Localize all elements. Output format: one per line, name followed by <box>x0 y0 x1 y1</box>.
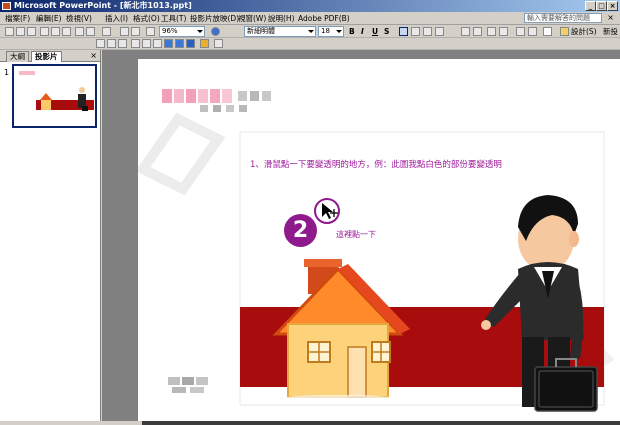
menu-edit[interactable]: 編輯(E) <box>34 13 64 24</box>
bullets-icon[interactable] <box>473 27 482 36</box>
tab-slides[interactable]: 投影片 <box>31 51 62 62</box>
underline-button[interactable]: U <box>372 26 378 37</box>
align-left-icon[interactable] <box>399 27 408 36</box>
line-icon[interactable] <box>153 39 162 48</box>
clipart-icon[interactable] <box>200 39 209 48</box>
preview-icon[interactable] <box>62 27 71 36</box>
new-icon[interactable] <box>5 27 14 36</box>
pen-icon[interactable] <box>214 39 223 48</box>
click-hint-text: 這裡點一下 <box>336 230 376 239</box>
increase-font-icon[interactable] <box>487 27 496 36</box>
align-right-icon[interactable] <box>423 27 432 36</box>
standard-toolbar: 96% 新細明體 18 B I U S 設計(S) 新投 <box>0 25 620 38</box>
rotate-icon[interactable] <box>118 39 127 48</box>
close-button[interactable]: × <box>607 1 618 11</box>
design-icon[interactable] <box>560 27 569 36</box>
undo-icon[interactable] <box>102 27 111 36</box>
menu-format[interactable]: 格式(O) <box>131 13 162 24</box>
print-icon[interactable] <box>51 27 60 36</box>
grid-icon[interactable] <box>146 27 155 36</box>
line-color-icon[interactable] <box>175 39 184 48</box>
bold-button[interactable]: B <box>349 26 355 37</box>
table-icon[interactable] <box>131 27 140 36</box>
numbering-icon[interactable] <box>461 27 470 36</box>
slide-thumbnail[interactable] <box>12 64 97 128</box>
slide-editing-area[interactable]: 1、滑鼠點一下要變透明的地方，例：此圖我點白色的部份要變透明 2 這裡點一下 <box>102 50 620 425</box>
italic-button[interactable]: I <box>361 26 364 37</box>
select-icon[interactable] <box>107 39 116 48</box>
copy-icon[interactable] <box>86 27 95 36</box>
decrease-font-icon[interactable] <box>499 27 508 36</box>
menu-view[interactable]: 檢視(V) <box>64 13 94 24</box>
help-search-input[interactable]: 輸入需要解答的問題 <box>524 13 602 23</box>
tab-outline[interactable]: 大綱 <box>6 51 29 62</box>
font-size-select[interactable]: 18 <box>318 26 344 37</box>
step-number-badge: 2 <box>284 214 317 247</box>
fill-color-icon[interactable] <box>164 39 173 48</box>
arrow-icon[interactable] <box>142 39 151 48</box>
blurred-footer <box>168 377 208 393</box>
design-button[interactable]: 設計(S) <box>571 26 597 37</box>
maximize-button[interactable]: □ <box>596 1 607 11</box>
draw-tool-icon[interactable] <box>96 39 105 48</box>
decrease-indent-icon[interactable] <box>516 27 525 36</box>
slides-pane: 大綱 投影片 × 1 <box>0 50 101 421</box>
thumbnail-preview <box>14 66 95 126</box>
transparent-color-cursor-icon <box>314 198 340 224</box>
justify-icon[interactable] <box>435 27 444 36</box>
open-icon[interactable] <box>16 27 25 36</box>
menu-file[interactable]: 檔案(F) <box>3 13 32 24</box>
align-center-icon[interactable] <box>411 27 420 36</box>
menu-help[interactable]: 說明(H) <box>266 13 297 24</box>
font-color-icon[interactable] <box>543 27 552 36</box>
drawing-toolbar <box>0 38 620 50</box>
minimize-button[interactable]: _ <box>585 1 596 11</box>
font-name-select[interactable]: 新細明體 <box>244 26 316 37</box>
permission-icon[interactable] <box>40 27 49 36</box>
menu-tools[interactable]: 工具(T) <box>159 13 188 24</box>
title-bar: Microsoft PowerPoint - [新北市1013.ppt] _ □… <box>0 0 620 12</box>
new-slide-button[interactable]: 新投 <box>603 26 618 37</box>
help-icon[interactable] <box>211 27 220 36</box>
zoom-select[interactable]: 96% <box>159 26 205 37</box>
blurred-title <box>162 89 271 112</box>
menu-slideshow[interactable]: 投影片放映(D) <box>188 13 241 24</box>
menu-window[interactable]: 視窗(W) <box>236 13 268 24</box>
slide-number: 1 <box>4 68 10 77</box>
chart-icon[interactable] <box>120 27 129 36</box>
picture-icon[interactable] <box>186 39 195 48</box>
menu-adobe-pdf[interactable]: Adobe PDF(B) <box>296 13 352 24</box>
instruction-text: 1、滑鼠點一下要變透明的地方，例：此圖我點白色的部份要變透明 <box>250 160 502 170</box>
save-icon[interactable] <box>27 27 36 36</box>
powerpoint-icon <box>2 2 11 10</box>
menu-insert[interactable]: 插入(I) <box>103 13 130 24</box>
pane-tabs: 大綱 投影片 × <box>0 50 100 62</box>
slide-canvas[interactable]: 1、滑鼠點一下要變透明的地方，例：此圖我點白色的部份要變透明 2 這裡點一下 <box>138 59 620 421</box>
pane-close-icon[interactable]: × <box>90 51 97 61</box>
shadow-button[interactable]: S <box>384 26 389 37</box>
cut-icon[interactable] <box>75 27 84 36</box>
slide-artwork <box>138 89 615 412</box>
help-close-icon[interactable]: × <box>607 13 614 22</box>
menu-bar: 檔案(F) 編輯(E) 檢視(V) 插入(I) 格式(O) 工具(T) 投影片放… <box>0 12 620 25</box>
window-title: Microsoft PowerPoint - [新北市1013.ppt] <box>14 1 192 10</box>
shapes-icon[interactable] <box>131 39 140 48</box>
increase-indent-icon[interactable] <box>528 27 537 36</box>
